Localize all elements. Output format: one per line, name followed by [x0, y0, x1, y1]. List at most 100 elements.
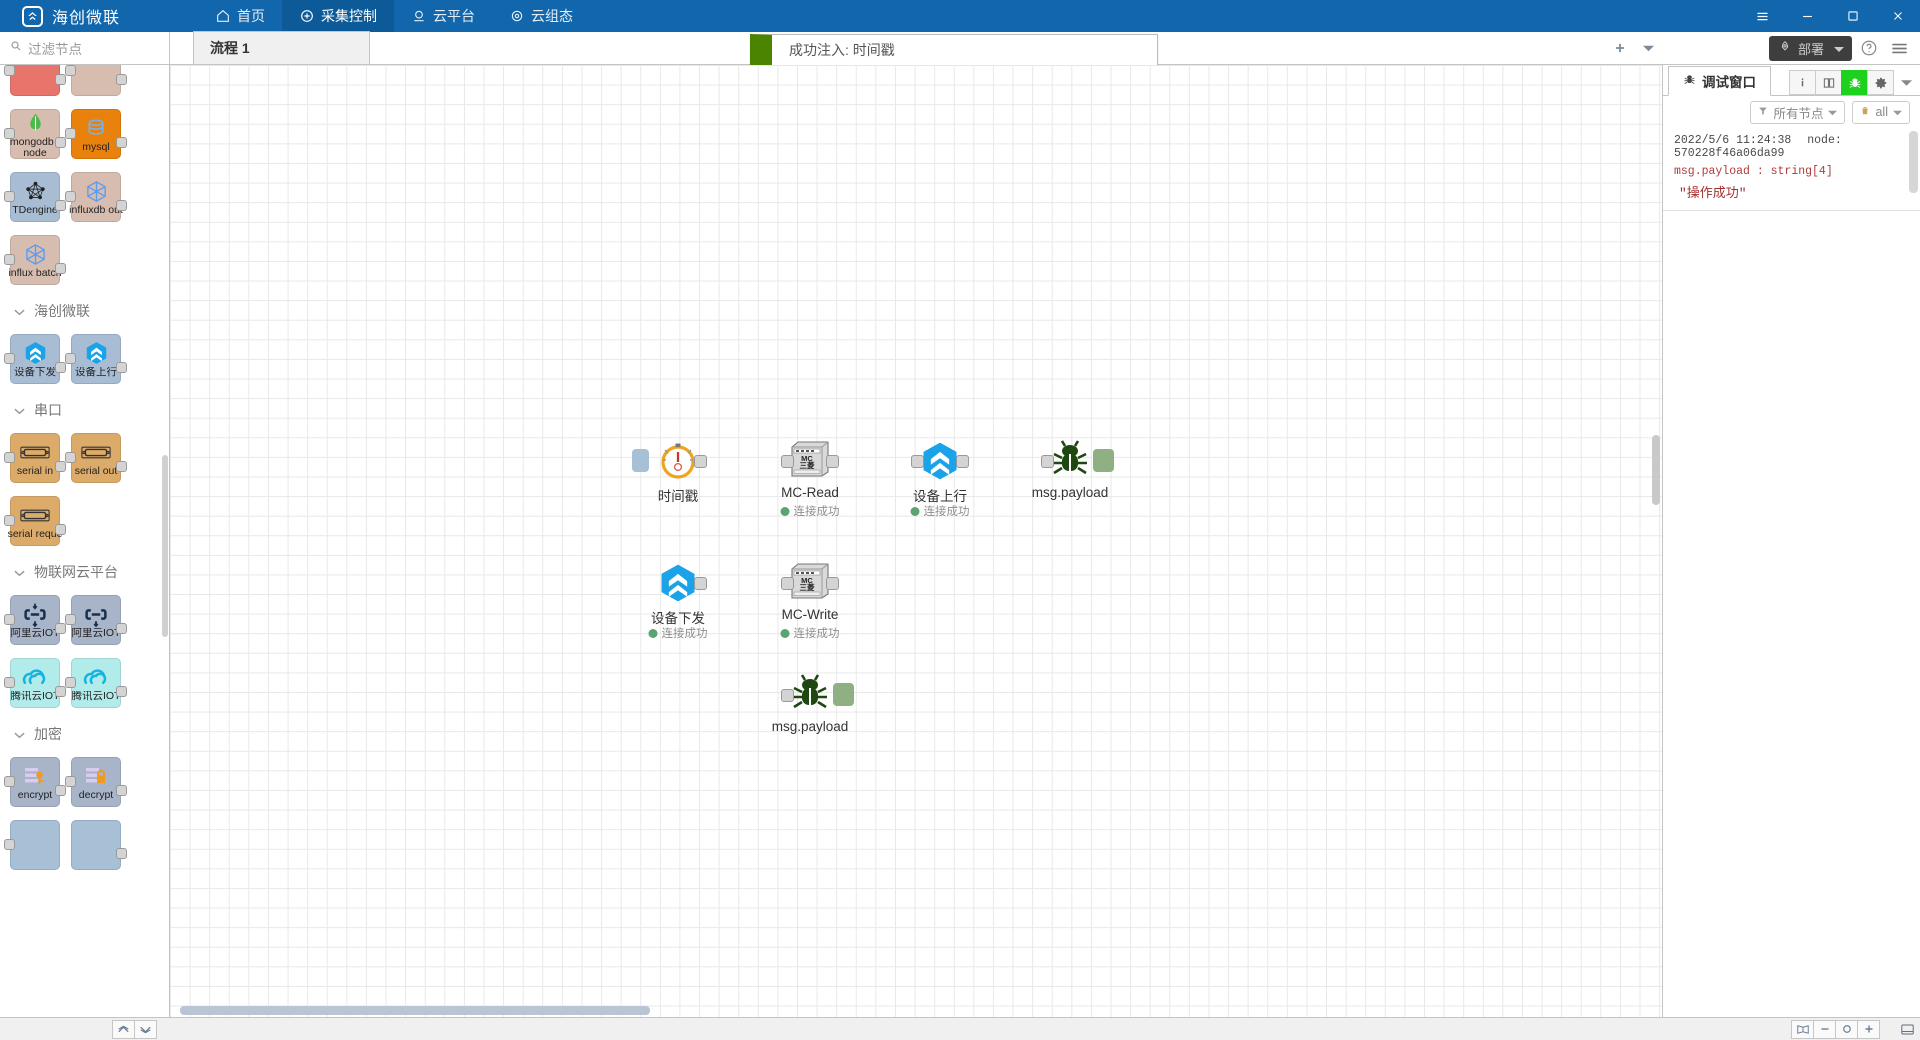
node-input-port[interactable] [65, 776, 76, 787]
device-downlink-node[interactable]: 设备下发 连接成功 [648, 561, 708, 640]
node-output-port[interactable] [694, 577, 707, 590]
node-input-port[interactable] [4, 452, 15, 463]
node-output-port[interactable] [55, 362, 66, 373]
palette-node-tdengine[interactable]: TDengine [4, 172, 66, 222]
node-output-port[interactable] [55, 686, 66, 697]
palette-category-serial[interactable]: 串口 [0, 390, 169, 430]
more-tab-button[interactable] [1893, 70, 1920, 95]
deploy-button[interactable]: 部署 [1768, 35, 1852, 61]
notification-toast[interactable]: 成功注入: 时间戳 [750, 34, 1158, 66]
palette-node-aliyun-iot-out[interactable]: 阿里云IOT [65, 595, 127, 645]
debug-scrollbar[interactable] [1909, 131, 1918, 193]
node-output-port[interactable] [694, 455, 707, 468]
palette-node-device-downlink[interactable]: 设备下发 [4, 334, 66, 384]
palette-node-serial-out[interactable]: serial out [65, 433, 127, 483]
node-input-port[interactable] [4, 254, 15, 265]
nav-item-cloud-platform[interactable]: 云平台 [394, 0, 492, 32]
node-input-port[interactable] [65, 452, 76, 463]
zoom-out-button[interactable] [1813, 1019, 1836, 1039]
node-input-port[interactable] [1041, 455, 1054, 468]
palette-node-influx-batch[interactable]: influx batch [4, 235, 66, 285]
palette-node-tencent-iot-in[interactable]: 腾讯云IOT [4, 658, 66, 708]
mc-read-node[interactable]: MC 三菱 MC-Read 连接成功 [780, 439, 840, 518]
node-output-port[interactable] [956, 455, 969, 468]
node-input-port[interactable] [4, 776, 15, 787]
flow-tab-1[interactable]: 流程 1 [193, 31, 370, 64]
palette-node-influxdb-out[interactable]: influxdb out [65, 172, 127, 222]
zoom-in-button[interactable] [1857, 1019, 1880, 1039]
palette-node-serial-request[interactable]: serial reque [4, 496, 66, 546]
node-output-port[interactable] [116, 362, 127, 373]
node-input-port[interactable] [65, 128, 76, 139]
node-input-port[interactable] [911, 455, 924, 468]
help-circle-icon[interactable] [1856, 35, 1882, 61]
node-filter-dropdown[interactable]: 所有节点 [1750, 100, 1846, 124]
node-output-port[interactable] [116, 74, 127, 85]
inject-trigger-button[interactable] [632, 449, 649, 472]
device-uplink-node[interactable]: 设备上行 连接成功 [910, 439, 970, 518]
config-tab-button[interactable] [1867, 70, 1894, 95]
node-output-port[interactable] [55, 785, 66, 796]
palette-node-serial-in[interactable]: serial in [4, 433, 66, 483]
palette-category-haichuang[interactable]: 海创微联 [0, 291, 169, 331]
tab-debug-window[interactable]: 调试窗口 [1668, 66, 1771, 96]
debug-toggle-button[interactable] [833, 683, 854, 706]
mc-write-node[interactable]: MC 三菱 MC-Write 连接成功 [780, 561, 840, 640]
expand-all-button[interactable] [134, 1019, 157, 1039]
palette-node-extra-2[interactable] [71, 820, 127, 870]
node-output-port[interactable] [826, 577, 839, 590]
node-output-port[interactable] [116, 200, 127, 211]
palette-category-iot-cloud[interactable]: 物联网云平台 [0, 552, 169, 592]
zoom-reset-button[interactable] [1835, 1019, 1858, 1039]
palette-filter[interactable]: 过滤节点 [0, 32, 170, 65]
palette-node-aliyun-iot-in[interactable]: 阿里云IOT [4, 595, 66, 645]
hamburger-menu-icon[interactable] [1886, 35, 1912, 61]
node-input-port[interactable] [4, 614, 15, 625]
caret-down-icon[interactable] [1834, 41, 1844, 56]
flow-menu-button[interactable] [1634, 32, 1662, 64]
palette-node-device-uplink[interactable]: 设备上行 [65, 334, 127, 384]
maximize-icon[interactable] [1830, 0, 1875, 32]
debug-message-list[interactable]: 2022/5/6 11:24:38 node: 570228f46a06da99… [1663, 128, 1920, 1017]
flow-canvas[interactable]: 时间戳 MC 三菱 MC-Read 连接成功 设备上行 连接成功 msg.pay… [170, 65, 1662, 1017]
minimize-icon[interactable] [1785, 0, 1830, 32]
node-output-port[interactable] [55, 137, 66, 148]
palette-node-tencent-iot-out[interactable]: 腾讯云IOT [65, 658, 127, 708]
node-output-port[interactable] [116, 686, 127, 697]
node-input-port[interactable] [781, 689, 794, 702]
node-output-port[interactable] [55, 524, 66, 535]
canvas-horizontal-scrollbar[interactable] [180, 1006, 650, 1015]
debug-tab-button[interactable] [1841, 70, 1868, 95]
node-output-port[interactable] [116, 623, 127, 634]
palette-node-mysql[interactable]: mysql [65, 109, 127, 159]
node-input-port[interactable] [781, 577, 794, 590]
collapse-all-button[interactable] [112, 1019, 135, 1039]
palette-scrollbar[interactable] [162, 455, 168, 637]
clear-messages-dropdown[interactable]: all [1852, 100, 1910, 124]
palette-node-decrypt[interactable]: decrypt [65, 757, 127, 807]
node-output-port[interactable] [55, 263, 66, 274]
node-input-port[interactable] [4, 515, 15, 526]
debug-toggle-button[interactable] [1093, 449, 1114, 472]
node-input-port[interactable] [65, 353, 76, 364]
node-input-port[interactable] [4, 65, 15, 76]
node-output-port[interactable] [826, 455, 839, 468]
inject-node[interactable]: 时间戳 [632, 439, 707, 504]
nav-item-home[interactable]: 首页 [198, 0, 282, 32]
palette-node-influxdb-in[interactable] [65, 65, 127, 96]
debug-message[interactable]: 2022/5/6 11:24:38 node: 570228f46a06da99… [1663, 128, 1920, 211]
palette-node-encrypt[interactable]: encrypt [4, 757, 66, 807]
node-input-port[interactable] [65, 614, 76, 625]
nav-item-cloud-scada[interactable]: 云组态 [492, 0, 590, 32]
palette-category-encryption[interactable]: 加密 [0, 714, 169, 754]
info-tab-button[interactable] [1789, 70, 1816, 95]
node-input-port[interactable] [65, 65, 76, 76]
app-menu-icon[interactable] [1740, 0, 1785, 32]
debug-node-1[interactable]: msg.payload [1032, 439, 1114, 500]
node-input-port[interactable] [4, 353, 15, 364]
help-tab-button[interactable] [1815, 70, 1842, 95]
node-input-port[interactable] [781, 455, 794, 468]
debug-node-2[interactable]: msg.payload [772, 673, 854, 734]
canvas-vertical-scrollbar[interactable] [1652, 435, 1660, 505]
node-output-port[interactable] [116, 137, 127, 148]
